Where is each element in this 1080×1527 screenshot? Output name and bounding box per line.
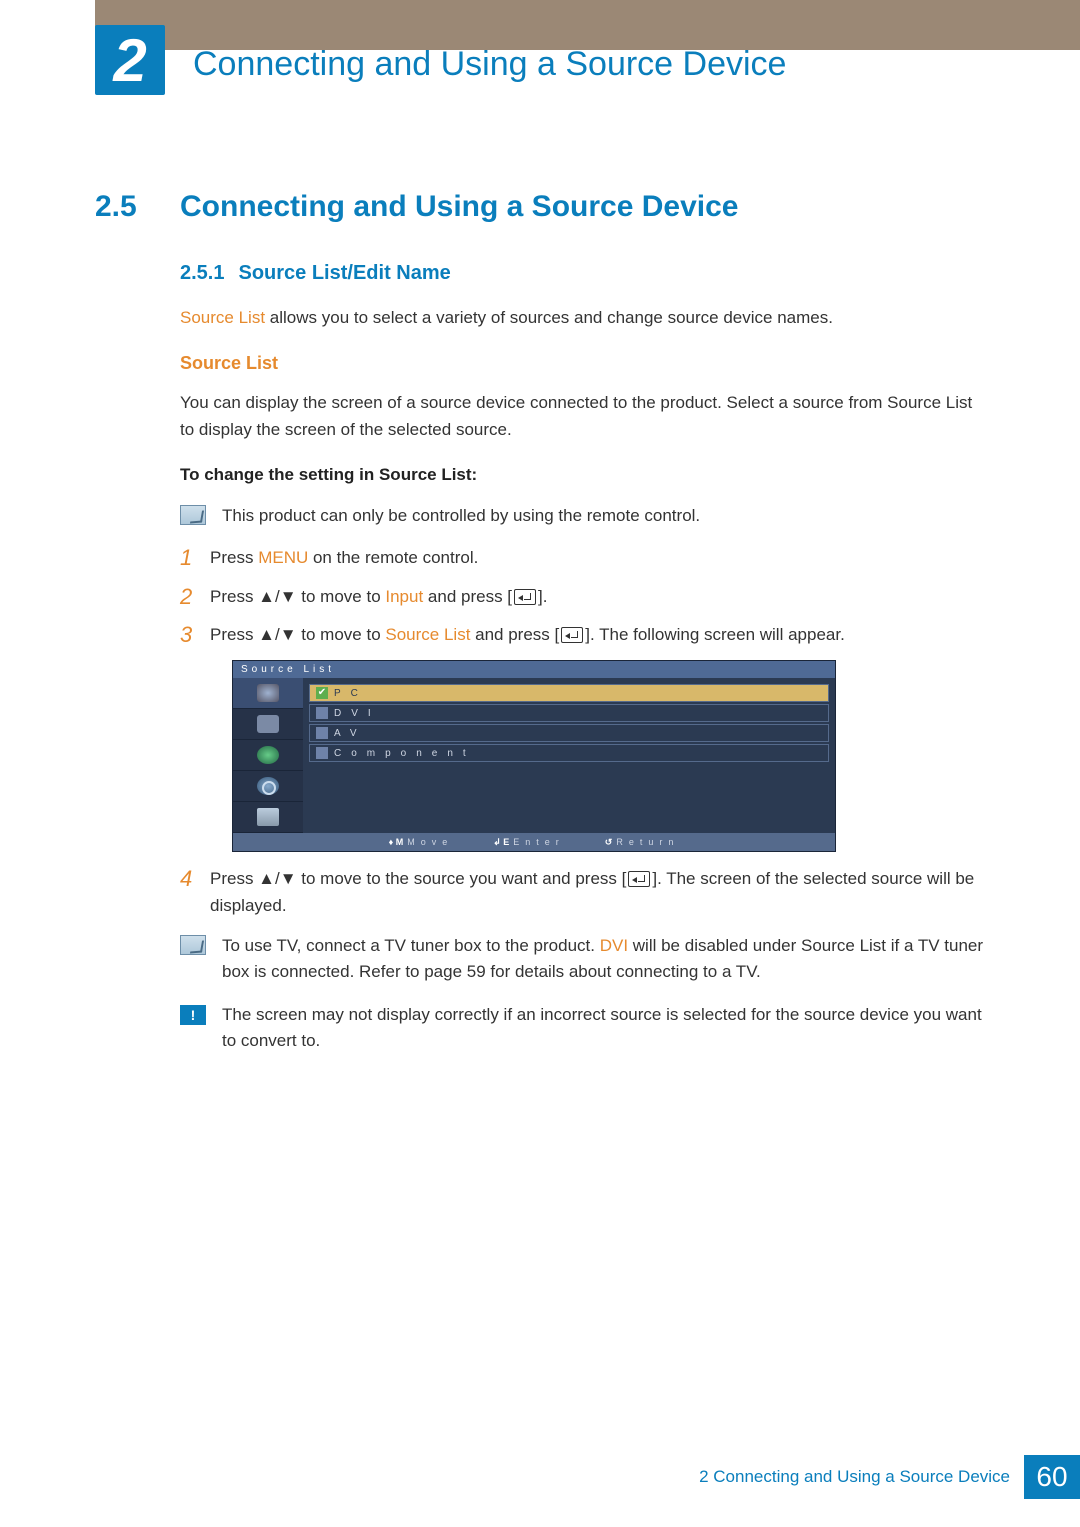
source-list-heading: Source List	[180, 353, 990, 374]
osd-row-av: AV	[309, 724, 829, 742]
intro-paragraph: Source List allows you to select a varie…	[180, 305, 990, 331]
step-4: 4 Press ▲/▼ to move to the source you wa…	[180, 866, 990, 919]
osd-sidebar	[233, 678, 303, 833]
step-3: 3 Press ▲/▼ to move to Source List and p…	[180, 622, 990, 648]
osd-row-component: Component	[309, 744, 829, 762]
osd-screenshot: Source List ✔ PC DVI AV Component	[232, 660, 836, 852]
step-number: 1	[180, 545, 210, 571]
osd-row-label: DVI	[334, 708, 381, 719]
t: on the remote control.	[308, 548, 478, 567]
subsection-heading: 2.5.1 Source List/Edit Name	[180, 262, 990, 285]
osd-row-label: Component	[334, 748, 476, 759]
enter-icon	[514, 589, 536, 605]
osd-footer-return: ↺Return	[605, 837, 680, 848]
note-icon	[180, 935, 206, 955]
note-text: To use TV, connect a TV tuner box to the…	[222, 933, 990, 986]
osd-side-picture-icon	[233, 709, 303, 740]
src-icon	[316, 707, 328, 719]
chapter-banner: 2 Connecting and Using a Source Device	[95, 36, 990, 92]
osd-row-pc: ✔ PC	[309, 684, 829, 702]
osd-title: Source List	[233, 661, 835, 678]
page-number: 60	[1024, 1455, 1080, 1499]
osd-side-sound-icon	[233, 740, 303, 771]
step-number: 3	[180, 622, 210, 648]
osd-row-label: AV	[334, 728, 367, 739]
osd-side-setup-icon	[233, 771, 303, 802]
chapter-title: Connecting and Using a Source Device	[193, 45, 786, 84]
enter-icon	[628, 871, 650, 887]
check-icon: ✔	[316, 687, 328, 699]
t: and press [	[470, 625, 559, 644]
osd-footer-move: ♦ MMove	[389, 837, 454, 847]
osd-side-multi-icon	[233, 802, 303, 833]
subsection-number: 2.5.1	[180, 262, 224, 285]
step-text: Press MENU on the remote control.	[210, 545, 478, 571]
note-text: This product can only be controlled by u…	[222, 503, 700, 529]
step-text: Press ▲/▼ to move to Input and press [].	[210, 584, 547, 610]
osd-footer: ♦ MMove ↲ EEnter ↺Return	[233, 833, 835, 851]
step-text: Press ▲/▼ to move to the source you want…	[210, 866, 990, 919]
osd-list: ✔ PC DVI AV Component	[303, 678, 835, 833]
chapter-number-box: 2	[95, 25, 165, 95]
intro-lead-term: Source List	[180, 308, 265, 327]
source-list-keyword: Source List	[385, 625, 470, 644]
body: Source List allows you to select a varie…	[180, 305, 990, 1054]
subsection-title: Source List/Edit Name	[238, 262, 450, 285]
input-keyword: Input	[385, 587, 423, 606]
t: ]. The following screen will appear.	[585, 625, 845, 644]
note-tv-tuner: To use TV, connect a TV tuner box to the…	[180, 933, 990, 986]
step-1: 1 Press MENU on the remote control.	[180, 545, 990, 571]
src-icon	[316, 747, 328, 759]
t: ].	[538, 587, 547, 606]
osd-body: ✔ PC DVI AV Component	[233, 678, 835, 833]
t: To use TV, connect a TV tuner box to the…	[222, 936, 600, 955]
osd-side-input-icon	[233, 678, 303, 709]
step-number: 2	[180, 584, 210, 610]
footer-breadcrumb: 2 Connecting and Using a Source Device	[699, 1467, 1010, 1487]
instruction-lead: To change the setting in Source List:	[180, 465, 990, 485]
warning-icon	[180, 1005, 206, 1025]
warning-wrong-source: The screen may not display correctly if …	[180, 1002, 990, 1055]
enter-icon	[561, 627, 583, 643]
top-band-left-cut	[0, 0, 95, 50]
note-icon	[180, 505, 206, 525]
manual-page: 2 Connecting and Using a Source Device 2…	[0, 0, 1080, 1527]
section-heading: 2.5 Connecting and Using a Source Device	[95, 190, 990, 224]
src-icon	[316, 727, 328, 739]
section-title: Connecting and Using a Source Device	[180, 190, 738, 224]
menu-keyword: MENU	[258, 548, 308, 567]
dvi-keyword: DVI	[600, 936, 628, 955]
osd-row-label: PC	[334, 688, 368, 699]
t: Return	[616, 837, 679, 847]
osd-footer-enter: ↲ EEnter	[493, 837, 565, 848]
note-remote-only: This product can only be controlled by u…	[180, 503, 990, 529]
t: Press ▲/▼ to move to	[210, 625, 385, 644]
content-area: 2.5 Connecting and Using a Source Device…	[95, 190, 990, 1070]
source-list-paragraph: You can display the screen of a source d…	[180, 390, 990, 443]
section-number: 2.5	[95, 190, 180, 224]
t: and press [	[423, 587, 512, 606]
step-2: 2 Press ▲/▼ to move to Input and press […	[180, 584, 990, 610]
t: Press ▲/▼ to move to the source you want…	[210, 869, 626, 888]
step-number: 4	[180, 866, 210, 892]
t: Press ▲/▼ to move to	[210, 587, 385, 606]
page-footer: 2 Connecting and Using a Source Device 6…	[699, 1455, 1080, 1499]
t: Enter	[513, 837, 565, 847]
intro-rest: allows you to select a variety of source…	[265, 308, 833, 327]
step-text: Press ▲/▼ to move to Source List and pre…	[210, 622, 845, 648]
osd-row-dvi: DVI	[309, 704, 829, 722]
t: Press	[210, 548, 258, 567]
t: Move	[407, 837, 453, 847]
warning-text: The screen may not display correctly if …	[222, 1002, 990, 1055]
